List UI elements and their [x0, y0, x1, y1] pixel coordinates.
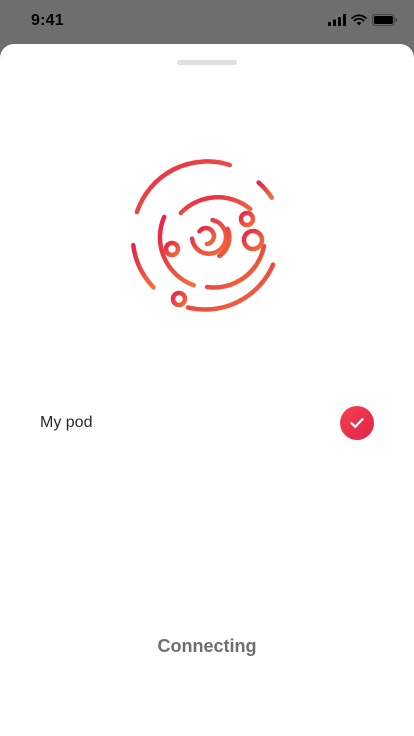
status-bar: 9:41 — [0, 0, 414, 44]
device-row[interactable]: My pod — [40, 406, 374, 440]
wifi-icon — [351, 14, 367, 26]
bottom-sheet: My pod Connecting — [0, 44, 414, 736]
signal-icon — [328, 14, 346, 26]
connection-status: Connecting — [157, 636, 257, 656]
status-time: 9:41 — [31, 12, 64, 29]
status-icons — [328, 14, 398, 26]
device-name: My pod — [40, 414, 93, 431]
checkmark-icon — [350, 418, 364, 428]
orbit-icon — [131, 159, 276, 312]
selected-badge — [340, 406, 374, 440]
battery-icon — [372, 14, 398, 26]
sheet-grabber[interactable] — [177, 60, 237, 65]
